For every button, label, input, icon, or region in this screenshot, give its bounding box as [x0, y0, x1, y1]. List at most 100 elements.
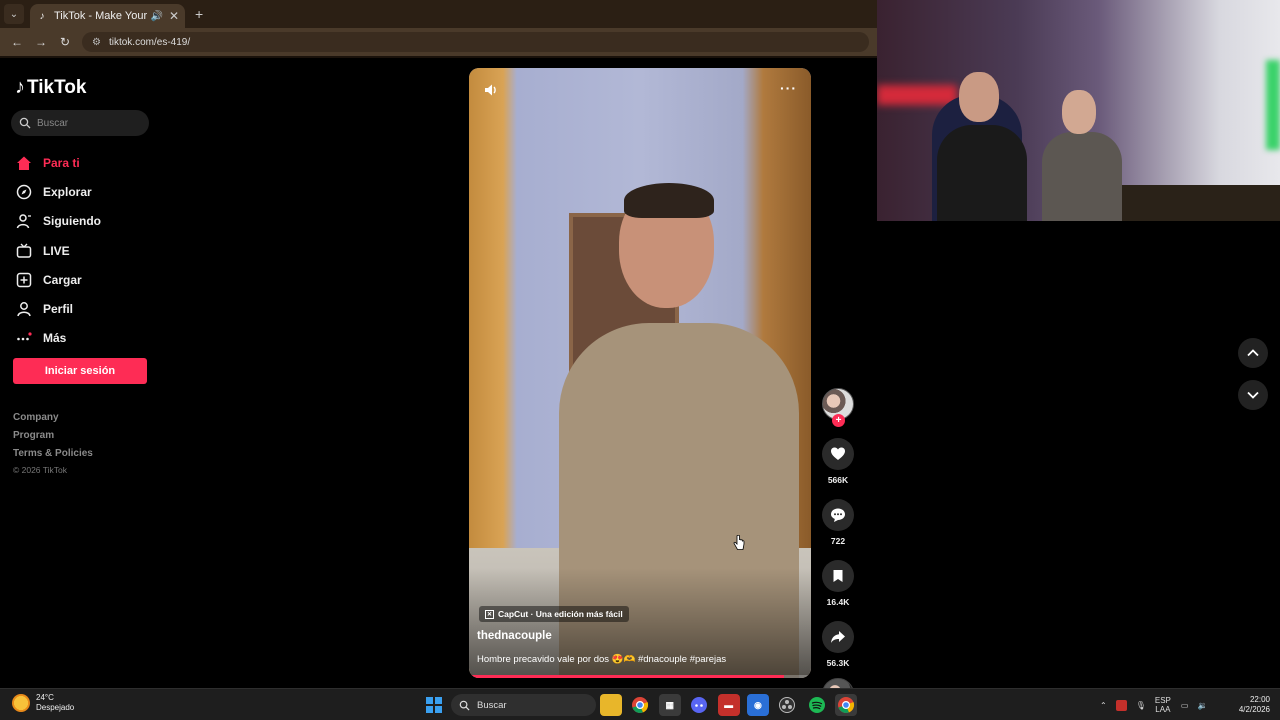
chrome-active-icon[interactable] [835, 694, 858, 716]
nav-item-explorar[interactable]: Explorar [15, 177, 101, 206]
footer-links: Company Program Terms & Policies [13, 412, 93, 466]
webcam-person-1-head [959, 72, 999, 122]
new-tab-button[interactable]: + [195, 6, 203, 22]
video-frame-person-hair [624, 183, 714, 218]
nav-item-cargar[interactable]: Cargar [15, 265, 101, 294]
comment-action[interactable]: 722 [820, 499, 856, 546]
webcam-person-2-head [1062, 90, 1096, 134]
lang-line-2: LAA [1155, 705, 1171, 714]
save-action[interactable]: 16.4K [820, 560, 856, 607]
tab-audio-icon[interactable]: 🔊 [150, 11, 162, 22]
weather-widget[interactable]: 24°C Despejado [12, 693, 74, 713]
taskbar-search-input[interactable]: Buscar [451, 694, 596, 716]
search-input[interactable]: Buscar [11, 110, 149, 136]
obs-icon[interactable] [776, 694, 798, 716]
discord-icon[interactable] [688, 694, 710, 716]
nav-item-para-ti[interactable]: Para ti [15, 148, 101, 177]
video-player[interactable]: ··· ✕ CapCut · Una edición más fácil the… [469, 68, 811, 678]
browser-tab-bar: ⌄ ♪ TikTok - Make Your Day 🔊 ✕ + [0, 0, 877, 28]
home-icon [15, 154, 33, 172]
tab-search-menu-button[interactable]: ⌄ [4, 4, 24, 24]
windows-taskbar: 24°C Despejado Buscar ▦ ▬ ◉ ⌃ 🎙 ESP LAA … [0, 688, 1280, 720]
copyright-text: © 2026 TikTok [13, 465, 67, 475]
taskbar-clock[interactable]: 22:00 4/2/2026 [1230, 695, 1270, 715]
more-dots-icon [15, 329, 33, 347]
tray-chevron-up-icon[interactable]: ⌃ [1100, 701, 1107, 710]
weather-temp: 24°C [36, 693, 54, 702]
compass-icon [15, 183, 33, 201]
capcut-icon: ✕ [485, 609, 494, 619]
url-field[interactable]: ⚙ tiktok.com/es-419/ [82, 32, 869, 52]
browser-tab[interactable]: ♪ TikTok - Make Your Day 🔊 ✕ [30, 4, 185, 28]
clock-time: 22:00 [1249, 695, 1270, 704]
site-info-icon[interactable]: ⚙ [92, 37, 101, 48]
nav-item-siguiendo[interactable]: Siguiendo [15, 207, 101, 236]
save-button[interactable] [822, 560, 854, 592]
lang-line-1: ESP [1154, 696, 1171, 705]
taskbar-apps: ▦ ▬ ◉ [600, 694, 865, 716]
nav-label: Explorar [43, 184, 92, 199]
video-progress-bar[interactable] [469, 675, 811, 678]
store-icon[interactable]: ▦ [658, 694, 681, 716]
clock-date: 4/2/2026 [1238, 705, 1270, 714]
capcut-badge[interactable]: ✕ CapCut · Una edición más fácil [479, 606, 629, 622]
next-video-button[interactable] [1238, 380, 1268, 410]
heart-icon [831, 447, 845, 460]
webcam-green-light [1266, 60, 1280, 150]
tiktok-logo[interactable]: ♪ TikTok [15, 76, 86, 99]
capcut-label: CapCut · Una edición más fácil [498, 609, 623, 619]
logo-text: TikTok [27, 76, 87, 98]
like-button[interactable] [822, 438, 854, 470]
action-column: + 566K 722 16.4K 56.3K [820, 388, 856, 710]
comment-count: 722 [830, 536, 846, 546]
chevron-up-icon [1247, 349, 1259, 357]
tray-app-icon[interactable] [1115, 699, 1127, 711]
share-action[interactable]: 56.3K [820, 621, 856, 668]
windows-start-icon[interactable] [426, 697, 442, 713]
footer-link-terms[interactable]: Terms & Policies [13, 448, 93, 466]
more-options-icon[interactable]: ··· [780, 80, 797, 96]
login-button[interactable]: Iniciar sesión [13, 358, 147, 384]
webcam-person-1-body [937, 125, 1027, 221]
language-indicator[interactable]: ESP LAA [1155, 696, 1171, 714]
browser-address-bar: ← → ↻ ⚙ tiktok.com/es-419/ [0, 28, 877, 56]
like-count: 566K [827, 475, 849, 485]
app-icon[interactable]: ◉ [746, 694, 769, 716]
video-progress-fill [469, 675, 784, 678]
previous-video-button[interactable] [1238, 338, 1268, 368]
volume-icon[interactable] [483, 82, 499, 98]
nav-label: Para ti [43, 155, 80, 170]
microphone-icon[interactable]: 🎙 [1136, 701, 1146, 710]
forward-arrow-icon[interactable]: → [30, 31, 52, 53]
nav-label: Siguiendo [43, 214, 101, 229]
nav-label: Perfil [43, 302, 74, 317]
spotify-icon[interactable] [806, 694, 828, 716]
person-icon [15, 212, 33, 230]
taskbar-search-placeholder: Buscar [477, 699, 507, 711]
share-button[interactable] [822, 621, 854, 653]
file-explorer-icon[interactable] [600, 694, 622, 716]
follow-plus-icon[interactable]: + [832, 414, 845, 427]
reload-icon[interactable]: ↻ [54, 31, 76, 53]
speaker-icon[interactable]: 🔉 [1197, 701, 1207, 710]
nav-item-perfil[interactable]: Perfil [15, 294, 101, 323]
footer-link-company[interactable]: Company [13, 412, 93, 430]
chrome-icon[interactable] [629, 694, 651, 716]
back-arrow-icon[interactable]: ← [6, 31, 28, 53]
url-text: tiktok.com/es-419/ [108, 36, 191, 48]
video-username[interactable]: thednacouple [477, 630, 552, 642]
network-icon[interactable]: ▭ [1181, 701, 1189, 710]
comment-button[interactable] [822, 499, 854, 531]
stream-app-icon[interactable]: ▬ [717, 694, 740, 716]
chevron-down-icon [1247, 391, 1259, 399]
nav-item-mas[interactable]: Más [15, 324, 101, 353]
footer-link-program[interactable]: Program [13, 430, 93, 448]
tab-close-icon[interactable]: ✕ [169, 9, 179, 23]
nav-item-live[interactable]: LIVE [15, 236, 101, 265]
like-action[interactable]: 566K [820, 438, 856, 485]
creator-avatar[interactable]: + [822, 388, 854, 427]
profile-icon [15, 300, 33, 318]
video-description: Hombre precavido vale por dos 😍🫶 #dnacou… [477, 654, 727, 665]
tab-title: TikTok - Make Your Day [54, 10, 150, 22]
search-icon [459, 700, 470, 711]
